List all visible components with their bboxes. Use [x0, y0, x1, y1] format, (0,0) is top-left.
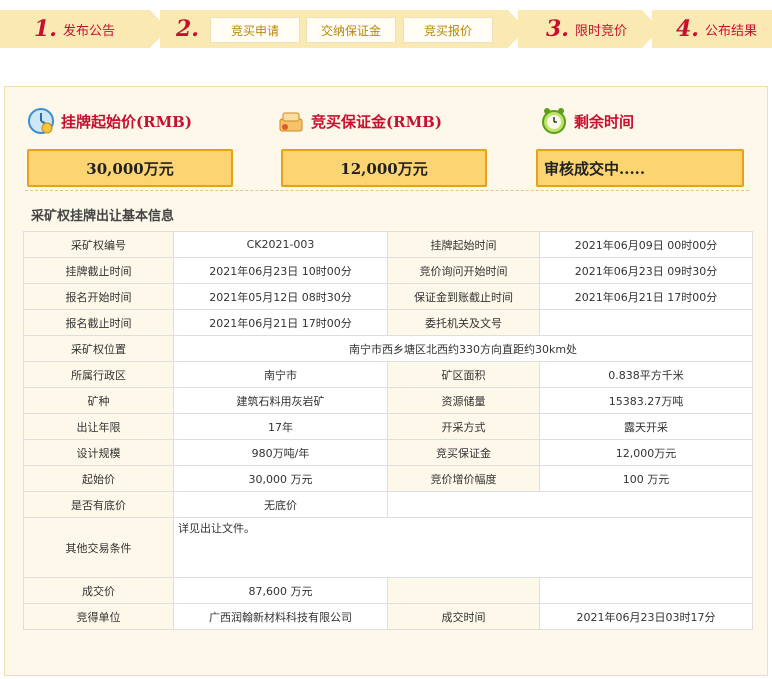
deposit-heading: 竞买保证金(RMB) — [277, 107, 442, 135]
step-1-label: 发布公告 — [62, 23, 115, 39]
cell-value: 30,000 万元 — [173, 465, 388, 492]
cell-label: 竞价增价幅度 — [387, 465, 540, 492]
cell-value: 无底价 — [173, 491, 388, 518]
section-title: 采矿权挂牌出让基本信息 — [31, 209, 175, 224]
cell-label: 竞买保证金 — [387, 439, 540, 466]
cell-label: 挂牌起始时间 — [387, 231, 540, 258]
cell-label: 起始价 — [23, 465, 174, 492]
cell-label: 开采方式 — [387, 413, 540, 440]
divider — [25, 190, 749, 191]
step-bar: 1. 发布公告 2. 竞买申请 交纳保证金 竞买报价 3. 限时竞价 4. 公布… — [0, 10, 772, 50]
table-row: 竞得单位 广西润翰新材料科技有限公司 成交时间 2021年06月23日03时17… — [23, 603, 753, 630]
auction-panel: 挂牌起始价(RMB) 竞买保证金(RMB) 剩余时间 30,000万元 12,0… — [4, 86, 768, 676]
cell-label: 采矿权位置 — [23, 335, 174, 362]
cell-empty — [387, 491, 753, 518]
cell-label: 报名截止时间 — [23, 309, 174, 336]
step-1: 1. 发布公告 — [0, 10, 168, 48]
step-3: 3. 限时竞价 — [518, 10, 660, 48]
table-row: 采矿权编号 CK2021-003 挂牌起始时间 2021年06月09日 00时0… — [23, 231, 753, 258]
clock-coin-icon — [28, 108, 54, 134]
cell-value: 详见出让文件。 — [173, 517, 753, 578]
cell-value: 露天开采 — [539, 413, 753, 440]
cell-value: 12,000万元 — [539, 439, 753, 466]
table-row: 报名截止时间 2021年06月21日 17时00分 委托机关及文号 — [23, 309, 753, 336]
cell-label: 报名开始时间 — [23, 283, 174, 310]
cell-label: 挂牌截止时间 — [23, 257, 174, 284]
start-price-value: 30,000万元 — [27, 149, 233, 187]
cell-label: 设计规模 — [23, 439, 174, 466]
cell-label: 成交价 — [23, 577, 174, 604]
step-4-number: 4. — [676, 16, 699, 42]
info-table: 采矿权编号 CK2021-003 挂牌起始时间 2021年06月09日 00时0… — [23, 231, 753, 630]
step-4-label: 公布结果 — [704, 23, 757, 39]
cell-value: 2021年06月09日 00时00分 — [539, 231, 753, 258]
start-price-heading: 挂牌起始价(RMB) — [27, 107, 192, 135]
substep-bid: 竞买报价 — [403, 17, 493, 43]
start-price-label: 挂牌起始价(RMB) — [61, 112, 192, 131]
table-row: 成交价 87,600 万元 — [23, 577, 753, 604]
cell-value — [539, 309, 753, 336]
cell-value: 南宁市 — [173, 361, 388, 388]
substep-deposit: 交纳保证金 — [306, 17, 396, 43]
cell-label: 采矿权编号 — [23, 231, 174, 258]
cell-label: 其他交易条件 — [23, 517, 174, 578]
cell-value: 广西润翰新材料科技有限公司 — [173, 603, 388, 630]
cell-label — [387, 577, 540, 604]
cell-label: 矿区面积 — [387, 361, 540, 388]
cell-label: 委托机关及文号 — [387, 309, 540, 336]
cell-value: 980万吨/年 — [173, 439, 388, 466]
cell-label: 保证金到账截止时间 — [387, 283, 540, 310]
table-row: 所属行政区 南宁市 矿区面积 0.838平方千米 — [23, 361, 753, 388]
table-row: 设计规模 980万吨/年 竞买保证金 12,000万元 — [23, 439, 753, 466]
remaining-label: 剩余时间 — [574, 112, 635, 131]
cell-value: 15383.27万吨 — [539, 387, 753, 414]
cell-value: 87,600 万元 — [173, 577, 388, 604]
table-row: 报名开始时间 2021年05月12日 08时30分 保证金到账截止时间 2021… — [23, 283, 753, 310]
table-row: 是否有底价 无底价 — [23, 491, 753, 518]
cell-label: 是否有底价 — [23, 491, 174, 518]
step-2-number: 2. — [176, 16, 199, 42]
table-row: 出让年限 17年 开采方式 露天开采 — [23, 413, 753, 440]
table-row: 矿种 建筑石料用灰岩矿 资源储量 15383.27万吨 — [23, 387, 753, 414]
step-4: 4. 公布结果 — [652, 10, 772, 48]
step-3-number: 3. — [546, 16, 569, 42]
money-stack-icon — [279, 112, 303, 132]
remaining-heading: 剩余时间 — [540, 107, 634, 135]
cell-label: 矿种 — [23, 387, 174, 414]
cell-label: 出让年限 — [23, 413, 174, 440]
table-row: 挂牌截止时间 2021年06月23日 10时00分 竞价询问开始时间 2021年… — [23, 257, 753, 284]
alarm-clock-icon — [542, 108, 566, 134]
cell-label: 竞得单位 — [23, 603, 174, 630]
cell-value: 2021年06月23日 10时00分 — [173, 257, 388, 284]
table-row: 其他交易条件 详见出让文件。 — [23, 517, 753, 578]
cell-value — [539, 577, 753, 604]
cell-value: 17年 — [173, 413, 388, 440]
cell-value: CK2021-003 — [173, 231, 388, 258]
cell-label: 资源储量 — [387, 387, 540, 414]
step-3-label: 限时竞价 — [574, 23, 627, 39]
cell-value: 2021年05月12日 08时30分 — [173, 283, 388, 310]
cell-value: 建筑石料用灰岩矿 — [173, 387, 388, 414]
cell-label: 竞价询问开始时间 — [387, 257, 540, 284]
cell-label: 成交时间 — [387, 603, 540, 630]
cell-value: 0.838平方千米 — [539, 361, 753, 388]
cell-value: 2021年06月21日 17时00分 — [539, 283, 753, 310]
cell-value: 2021年06月23日 09时30分 — [539, 257, 753, 284]
step-1-number: 1. — [34, 16, 57, 42]
cell-value: 2021年06月21日 17时00分 — [173, 309, 388, 336]
cell-value: 100 万元 — [539, 465, 753, 492]
substep-apply: 竞买申请 — [210, 17, 300, 43]
cell-value: 2021年06月23日03时17分 — [539, 603, 753, 630]
table-row: 采矿权位置 南宁市西乡塘区北西约330方向直距约30km处 — [23, 335, 753, 362]
cell-value: 南宁市西乡塘区北西约330方向直距约30km处 — [173, 335, 753, 362]
table-row: 起始价 30,000 万元 竞价增价幅度 100 万元 — [23, 465, 753, 492]
deposit-label: 竞买保证金(RMB) — [311, 112, 442, 131]
remaining-value: 审核成交中..... — [536, 149, 744, 187]
cell-label: 所属行政区 — [23, 361, 174, 388]
deposit-value: 12,000万元 — [281, 149, 487, 187]
